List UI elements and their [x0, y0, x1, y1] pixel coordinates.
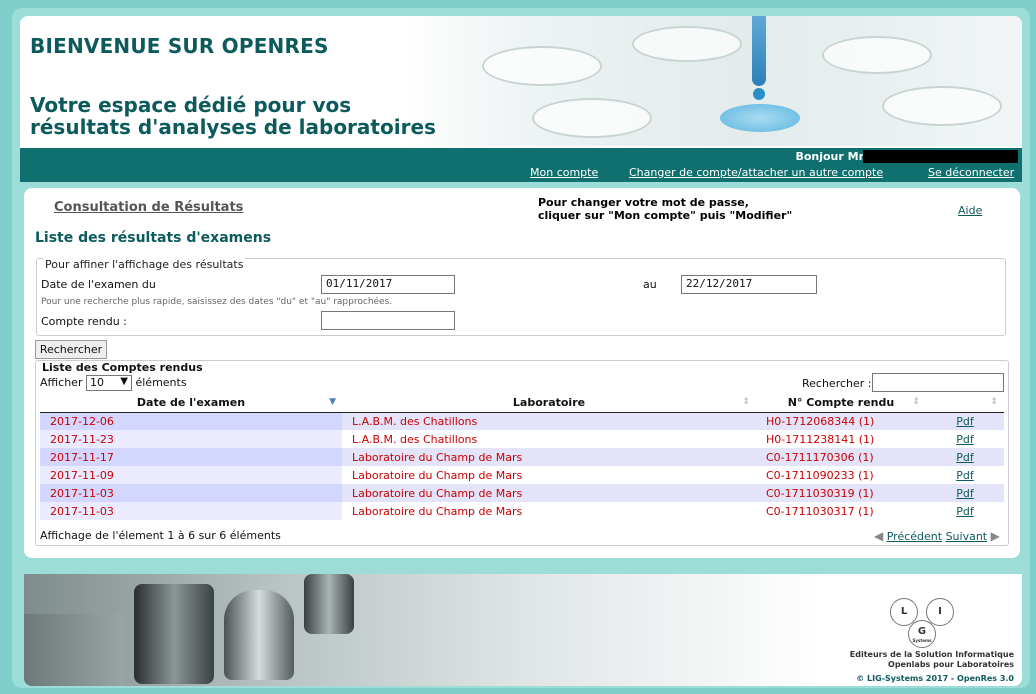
password-note-line2: cliquer sur "Mon compte" puis "Modifier" — [538, 209, 793, 222]
prev-page-link[interactable]: Précédent — [887, 530, 942, 543]
account-bar: Bonjour Mr Mon compte Changer de compte/… — [20, 148, 1022, 182]
page-size-value: 10 — [89, 376, 104, 389]
page-size-control: Afficher 10 ▼ éléments — [40, 375, 187, 391]
report-label: Compte rendu : — [41, 315, 127, 328]
sort-both-icon: ⇕ — [990, 397, 998, 407]
row-lab: Laboratoire du Champ de Mars — [342, 502, 756, 520]
date-from-input[interactable]: 01/11/2017 — [321, 275, 455, 294]
row-report: C0-1711030317 (1) — [756, 502, 926, 520]
row-date: 2017-11-03 — [40, 502, 342, 520]
tagline-line2: résultats d'analyses de laboratoires — [30, 115, 436, 139]
search-hint: Pour une recherche plus rapide, saisisse… — [41, 297, 393, 307]
row-report: C0-1711090233 (1) — [756, 466, 926, 484]
table-row: 2017-11-03 Laboratoire du Champ de Mars … — [40, 484, 1004, 502]
next-page-link[interactable]: Suivant — [946, 530, 988, 543]
main-panel: Consultation de Résultats Pour changer v… — [24, 188, 1020, 558]
password-note: Pour changer votre mot de passe, cliquer… — [538, 196, 838, 222]
filter-legend: Pour affiner l'affichage des résultats — [43, 258, 246, 271]
row-date: 2017-11-17 — [40, 448, 342, 466]
row-lab: Laboratoire du Champ de Mars — [342, 466, 756, 484]
col-header-pdf[interactable]: ⇕ — [926, 394, 1004, 413]
header-banner: BIENVENUE SUR OPENRES Votre espace dédié… — [20, 16, 1022, 182]
tagline: Votre espace dédié pour vos résultats d'… — [30, 94, 510, 138]
greeting: Bonjour Mr — [795, 150, 864, 163]
table-search-label: Rechercher : — [802, 377, 872, 390]
help-link[interactable]: Aide — [958, 204, 982, 217]
row-date: 2017-12-06 — [40, 412, 342, 430]
pdf-link[interactable]: Pdf — [926, 412, 1004, 430]
row-report: C0-1711170306 (1) — [756, 448, 926, 466]
my-account-link[interactable]: Mon compte — [530, 166, 598, 179]
date-from-label: Date de l'examen du — [41, 278, 156, 291]
show-label: Afficher — [40, 376, 83, 389]
row-date: 2017-11-03 — [40, 484, 342, 502]
col-header-lab[interactable]: Laboratoire ⇕ — [342, 394, 756, 413]
pdf-link[interactable]: Pdf — [926, 484, 1004, 502]
redacted-username — [863, 150, 1018, 163]
row-lab: L.A.B.M. des Chatillons — [342, 412, 756, 430]
switch-account-link[interactable]: Changer de compte/attacher un autre comp… — [629, 166, 883, 179]
consultation-link[interactable]: Consultation de Résultats — [54, 200, 243, 215]
pdf-link[interactable]: Pdf — [926, 502, 1004, 520]
welcome-title: BIENVENUE SUR OPENRES — [30, 34, 329, 58]
row-report: H0-1712068344 (1) — [756, 412, 926, 430]
tagline-line1: Votre espace dédié pour vos — [30, 93, 352, 117]
elements-label: éléments — [135, 376, 187, 389]
row-lab: Laboratoire du Champ de Mars — [342, 484, 756, 502]
page-size-select[interactable]: 10 ▼ — [85, 375, 132, 391]
row-date: 2017-11-09 — [40, 466, 342, 484]
filter-fieldset: Pour affiner l'affichage des résultats D… — [36, 258, 1006, 336]
col-header-report[interactable]: N° Compte rendu ⇕ — [756, 394, 926, 413]
prev-arrow-icon[interactable]: ◀ — [874, 529, 883, 543]
pdf-link[interactable]: Pdf — [926, 466, 1004, 484]
table-row: 2017-11-17 Laboratoire du Champ de Mars … — [40, 448, 1004, 466]
row-date: 2017-11-23 — [40, 430, 342, 448]
table-row: 2017-11-03 Laboratoire du Champ de Mars … — [40, 502, 1004, 520]
search-button[interactable]: Rechercher — [35, 340, 107, 359]
results-legend: Liste des Comptes rendus — [42, 361, 203, 374]
chevron-down-icon: ▼ — [120, 376, 128, 387]
table-row: 2017-12-06 L.A.B.M. des Chatillons H0-17… — [40, 412, 1004, 430]
date-to-input[interactable]: 22/12/2017 — [681, 275, 817, 294]
page-title: Liste des résultats d'examens — [35, 230, 272, 246]
footer-banner: L I G Systems Editeurs de la Solution In… — [24, 574, 1022, 686]
table-row: 2017-11-23 L.A.B.M. des Chatillons H0-17… — [40, 430, 1004, 448]
results-fieldset: Liste des Comptes rendus Afficher 10 ▼ él… — [35, 360, 1009, 546]
report-input[interactable] — [321, 311, 455, 330]
pagination-info: Affichage de l'élement 1 à 6 sur 6 éléme… — [40, 529, 281, 542]
table-row: 2017-11-09 Laboratoire du Champ de Mars … — [40, 466, 1004, 484]
row-lab: L.A.B.M. des Chatillons — [342, 430, 756, 448]
next-arrow-icon[interactable]: ▶ — [991, 529, 1000, 543]
row-report: C0-1711030319 (1) — [756, 484, 926, 502]
pagination: ◀ Précédent Suivant ▶ — [874, 529, 1000, 543]
row-lab: Laboratoire du Champ de Mars — [342, 448, 756, 466]
copyright: © LIG-Systems 2017 - OpenRes 3.0 — [856, 674, 1014, 683]
sort-desc-icon: ▼ — [329, 397, 336, 407]
logout-link[interactable]: Se déconnecter — [928, 166, 1014, 179]
results-table: Date de l'examen ▼ Laboratoire ⇕ N° Compte… — [40, 394, 1004, 520]
sort-both-icon: ⇕ — [742, 397, 750, 407]
sort-both-icon: ⇕ — [912, 397, 920, 407]
footer-editor-text: Editeurs de la Solution Informatique Ope… — [849, 650, 1014, 669]
col-header-date[interactable]: Date de l'examen ▼ — [40, 394, 342, 413]
table-search-input[interactable] — [872, 373, 1004, 392]
pdf-link[interactable]: Pdf — [926, 448, 1004, 466]
pdf-link[interactable]: Pdf — [926, 430, 1004, 448]
date-to-label: au — [643, 278, 657, 291]
password-note-line1: Pour changer votre mot de passe, — [538, 196, 749, 209]
row-report: H0-1711238141 (1) — [756, 430, 926, 448]
